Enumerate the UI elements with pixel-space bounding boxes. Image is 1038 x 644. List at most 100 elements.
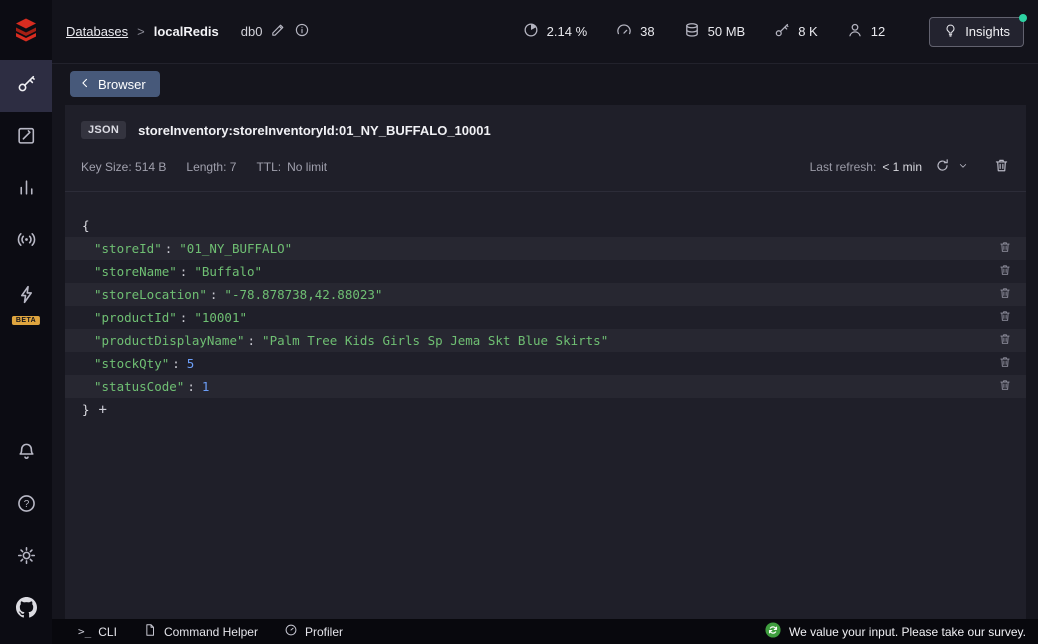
profiler-button[interactable]: Profiler <box>284 623 343 640</box>
command-helper-label: Command Helper <box>163 624 258 639</box>
github-icon <box>15 597 37 623</box>
db-info-button[interactable] <box>294 22 310 41</box>
json-field-value[interactable]: 5 <box>187 356 195 371</box>
sidebar-item-pub-sub[interactable] <box>0 216 52 268</box>
commands-per-sec-value: 38 <box>640 24 655 39</box>
sidebar-item-workbench[interactable] <box>0 112 52 164</box>
refresh-options-button[interactable] <box>957 160 969 175</box>
sidebar-item-browser[interactable] <box>0 60 52 112</box>
json-field-value[interactable]: "10001" <box>194 310 247 325</box>
terminal-prompt-icon: >_ <box>78 625 92 638</box>
json-close-line: } + <box>65 398 1026 421</box>
edit-db-alias-button[interactable] <box>270 22 286 41</box>
profiler-label: Profiler <box>304 624 343 639</box>
trash-icon <box>998 332 1012 349</box>
database-icon <box>683 21 701 42</box>
bottom-bar: >_ CLI Command Helper Profiler We value … <box>52 619 1038 644</box>
refresh-controls: Last refresh: < 1 min <box>810 157 1010 177</box>
json-field-value[interactable]: "Palm Tree Kids Girls Sp Jema Skt Blue S… <box>262 333 608 348</box>
json-field-value[interactable]: "-78.878738,42.88023" <box>224 287 382 302</box>
lightbulb-icon <box>943 23 958 41</box>
sidebar-item-help[interactable]: ? <box>0 480 52 532</box>
chevron-down-icon <box>957 160 969 175</box>
json-field-key[interactable]: "storeName" <box>94 264 177 279</box>
json-field-value[interactable]: "01_NY_BUFFALO" <box>179 241 292 256</box>
total-keys-stat: 8 K <box>773 21 818 42</box>
sidebar-item-analytics[interactable] <box>0 164 52 216</box>
sidebar-item-triggers-functions[interactable]: BETA <box>0 268 52 326</box>
back-to-browser-button[interactable]: Browser <box>70 71 160 97</box>
insights-button-label: Insights <box>965 24 1010 39</box>
cli-button[interactable]: >_ CLI <box>78 625 117 639</box>
lightning-icon <box>16 284 37 310</box>
beta-badge: BETA <box>11 316 41 325</box>
breadcrumb-current-db: localRedis <box>153 24 219 39</box>
add-field-button[interactable]: + <box>99 403 107 417</box>
redis-logo[interactable] <box>0 0 52 60</box>
delete-field-button[interactable] <box>998 286 1012 303</box>
content-area: Browser JSON storeInventory:storeInvento… <box>52 64 1038 644</box>
ttl-value: No limit <box>287 160 328 174</box>
json-field-key[interactable]: "productId" <box>94 310 177 325</box>
insights-button[interactable]: Insights <box>929 13 1027 47</box>
json-field-key[interactable]: "storeId" <box>94 241 162 256</box>
json-colon: : <box>187 379 195 394</box>
key-header: JSON storeInventory:storeInventoryId:01_… <box>65 105 1026 147</box>
json-colon: : <box>179 310 188 325</box>
command-helper-button[interactable]: Command Helper <box>143 623 258 640</box>
json-field-key[interactable]: "productDisplayName" <box>94 333 245 348</box>
key-type-badge: JSON <box>81 121 127 139</box>
json-field-row: "storeLocation" : "-78.878738,42.88023" <box>65 283 1026 306</box>
delete-field-button[interactable] <box>998 263 1012 280</box>
json-field-value[interactable]: "Buffalo" <box>194 264 262 279</box>
delete-field-button[interactable] <box>998 332 1012 349</box>
refresh-key-button[interactable] <box>934 157 951 177</box>
sidebar: BETA ? <box>0 0 52 644</box>
connected-clients-stat: 12 <box>846 21 885 42</box>
user-icon <box>846 21 864 42</box>
delete-field-button[interactable] <box>998 240 1012 257</box>
json-colon: : <box>164 241 173 256</box>
delete-field-button[interactable] <box>998 355 1012 372</box>
refresh-icon <box>934 157 951 177</box>
delete-key-button[interactable] <box>993 157 1010 177</box>
json-field-key[interactable]: "stockQty" <box>94 356 169 371</box>
json-field-value[interactable]: 1 <box>202 379 210 394</box>
sidebar-item-notifications[interactable] <box>0 428 52 480</box>
survey-link[interactable]: We value your input. Please take our sur… <box>765 622 1026 641</box>
json-colon: : <box>209 287 218 302</box>
svg-text:?: ? <box>23 499 29 510</box>
key-ttl-group[interactable]: TTL: No limit <box>256 160 327 174</box>
key-name[interactable]: storeInventory:storeInventoryId:01_NY_BU… <box>138 123 491 138</box>
analytics-icon <box>16 177 37 203</box>
trash-icon <box>998 378 1012 395</box>
top-header: Databases > localRedis db0 2.14 % 38 50 … <box>52 0 1038 64</box>
pub-sub-icon <box>16 229 37 255</box>
chevron-left-icon <box>79 77 91 92</box>
json-field-row: "storeId" : "01_NY_BUFFALO" <box>65 237 1026 260</box>
breadcrumb-databases-link[interactable]: Databases <box>66 24 128 39</box>
cli-label: CLI <box>98 624 117 639</box>
key-size-label: Key Size: 514 B <box>81 160 167 174</box>
delete-field-button[interactable] <box>998 378 1012 395</box>
memory-usage-value: 50 MB <box>707 24 746 39</box>
sidebar-item-settings[interactable] <box>0 532 52 584</box>
document-icon <box>143 623 157 640</box>
speedometer-icon <box>615 21 633 42</box>
json-field-key[interactable]: "storeLocation" <box>94 287 207 302</box>
cpu-usage-stat: 2.14 % <box>522 21 587 42</box>
db-index-label: db0 <box>240 24 263 39</box>
json-field-row: "storeName" : "Buffalo" <box>65 260 1026 283</box>
total-keys-value: 8 K <box>798 24 818 39</box>
json-close-brace: } <box>82 402 90 417</box>
json-rows: "storeId" : "01_NY_BUFFALO" "storeName" … <box>65 237 1026 398</box>
last-refresh-value: < 1 min <box>882 160 922 174</box>
json-field-row: "stockQty" : 5 <box>65 352 1026 375</box>
json-colon: : <box>247 333 256 348</box>
delete-field-button[interactable] <box>998 309 1012 326</box>
sidebar-item-github[interactable] <box>0 584 52 636</box>
ttl-label: TTL: <box>256 160 282 174</box>
json-field-key[interactable]: "statusCode" <box>94 379 184 394</box>
key-meta-row: Key Size: 514 B Length: 7 TTL: No limit … <box>65 147 1026 192</box>
connected-clients-value: 12 <box>870 24 886 39</box>
